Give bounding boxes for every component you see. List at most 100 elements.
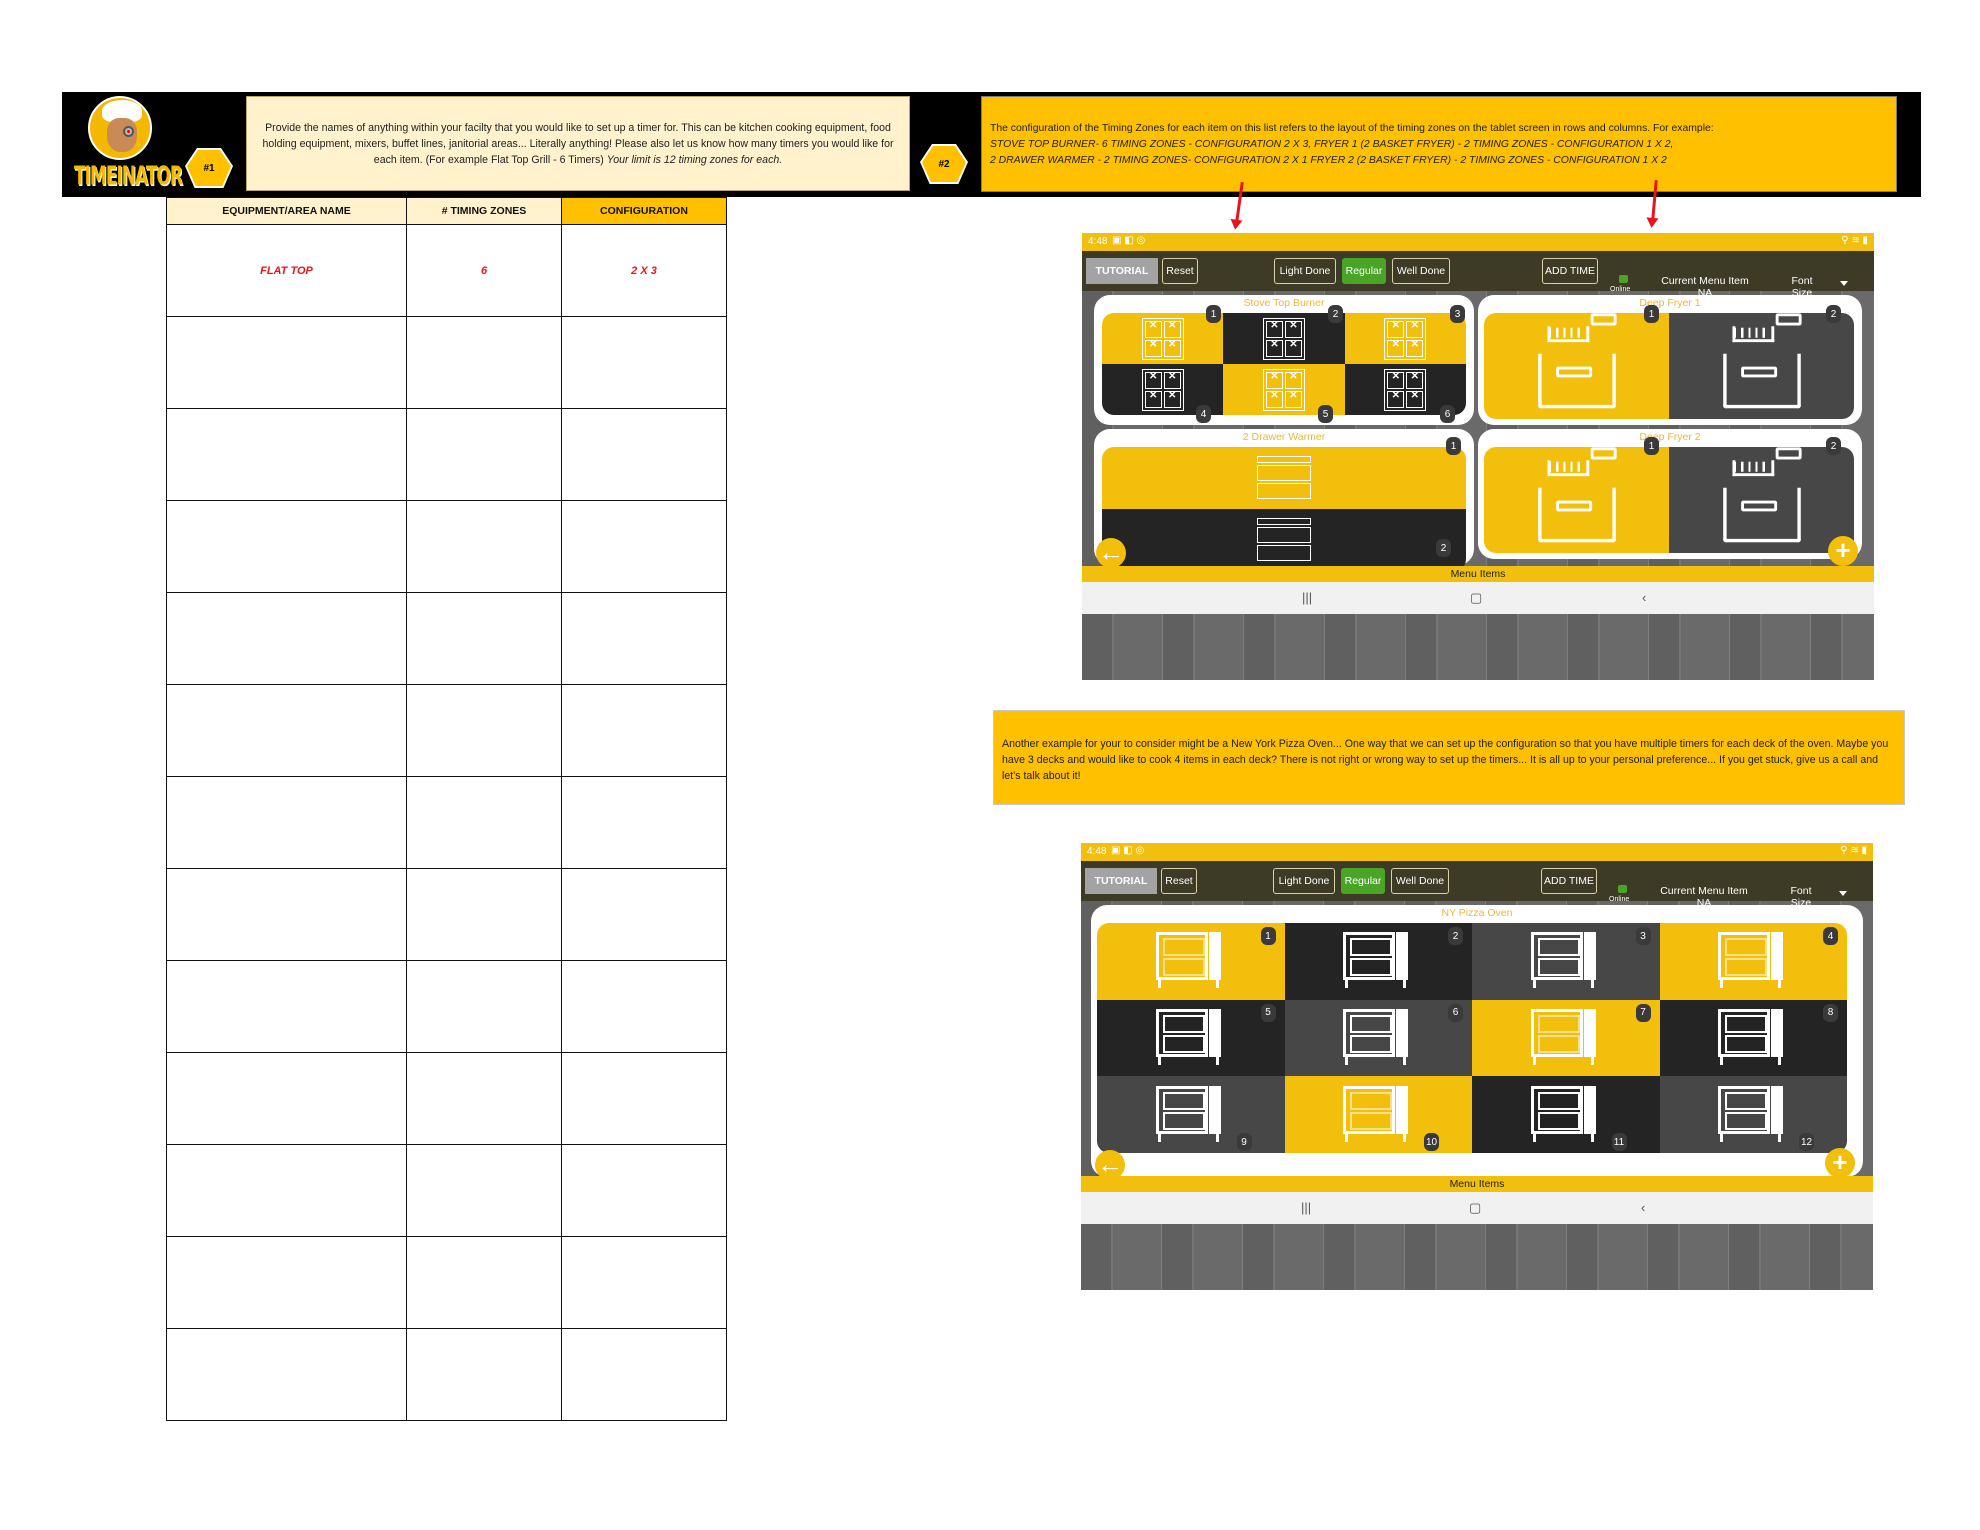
equipment-name-cell[interactable]	[166, 500, 407, 593]
equipment-name-cell[interactable]	[166, 868, 407, 961]
equipment-name-cell[interactable]	[166, 684, 407, 777]
timing-zone[interactable]	[1659, 923, 1847, 1000]
equipment-name-cell[interactable]	[166, 316, 407, 409]
equipment-name-cell[interactable]	[166, 592, 407, 685]
timing-zones-cell[interactable]	[406, 776, 562, 869]
table-row	[166, 868, 727, 961]
back-button[interactable]: ‹	[1642, 590, 1646, 605]
configuration-cell[interactable]	[561, 776, 727, 869]
timing-zone[interactable]	[1223, 313, 1345, 364]
zone-number: 4	[1823, 927, 1838, 945]
timing-zones-cell[interactable]	[406, 868, 562, 961]
timing-zones-cell[interactable]	[406, 1328, 562, 1421]
timing-zone[interactable]	[1344, 313, 1466, 364]
timing-zones-cell[interactable]	[406, 500, 562, 593]
android-nav-bar: ||| ▢ ‹	[1081, 1192, 1873, 1224]
back-arrow-button[interactable]: ←	[1096, 538, 1126, 568]
light-done-button[interactable]: Light Done	[1274, 258, 1336, 284]
equipment-name-cell[interactable]	[166, 1144, 407, 1237]
configuration-cell[interactable]: 2 X 3	[561, 224, 727, 317]
recent-apps-button[interactable]: |||	[1302, 590, 1312, 605]
home-button[interactable]: ▢	[1469, 1200, 1481, 1216]
timing-zone[interactable]	[1472, 923, 1660, 1000]
timing-zone[interactable]	[1659, 999, 1847, 1077]
equipment-name-cell[interactable]	[166, 1328, 407, 1421]
well-done-button[interactable]: Well Done	[1391, 868, 1449, 894]
chevron-down-icon[interactable]	[1840, 281, 1848, 286]
card-stove-top-burner[interactable]: Stove Top Burner 1 2 3 4 5 6	[1094, 295, 1474, 425]
configuration-cell[interactable]	[561, 500, 727, 593]
tutorial-button[interactable]: TUTORIAL	[1085, 868, 1157, 894]
timing-zones-cell[interactable]	[406, 1144, 562, 1237]
configuration-cell[interactable]	[561, 1236, 727, 1329]
timing-zone[interactable]	[1669, 313, 1854, 419]
light-done-button[interactable]: Light Done	[1273, 868, 1335, 894]
configuration-cell[interactable]	[561, 316, 727, 409]
timing-zones-cell[interactable]	[406, 960, 562, 1053]
add-button[interactable]: +	[1828, 536, 1858, 566]
timing-zone[interactable]	[1484, 313, 1669, 419]
card-deep-fryer-1[interactable]: Deep Fryer 1 1 2	[1478, 295, 1862, 425]
fryer-icon	[1722, 447, 1802, 543]
timing-zones-cell[interactable]	[406, 408, 562, 501]
home-button[interactable]: ▢	[1470, 590, 1482, 606]
equipment-name-cell[interactable]	[166, 408, 407, 501]
recent-apps-button[interactable]: |||	[1301, 1200, 1311, 1215]
equipment-name-cell[interactable]	[166, 960, 407, 1053]
card-ny-pizza-oven[interactable]: NY Pizza Oven 1 2 3 4 5 6 7 8 9 10 11 12	[1091, 905, 1863, 1177]
timing-zone[interactable]	[1284, 923, 1472, 1000]
configuration-cell[interactable]	[561, 592, 727, 685]
timing-zone[interactable]	[1284, 999, 1472, 1077]
timing-zones-cell[interactable]	[406, 1052, 562, 1145]
timing-zone[interactable]	[1097, 999, 1285, 1077]
timing-zone[interactable]	[1472, 1076, 1660, 1153]
card-2-drawer-warmer[interactable]: 2 Drawer Warmer 1 2	[1094, 429, 1474, 571]
timing-zones-cell[interactable]: 6	[406, 224, 562, 317]
timing-zone[interactable]	[1102, 509, 1466, 571]
add-time-button[interactable]: ADD TIME	[1542, 258, 1598, 284]
well-done-button[interactable]: Well Done	[1392, 258, 1450, 284]
timing-zone[interactable]	[1284, 1076, 1472, 1153]
stove-icon	[1262, 317, 1305, 360]
chevron-down-icon[interactable]	[1839, 891, 1847, 896]
timing-zones-cell[interactable]	[406, 592, 562, 685]
menu-items-bar[interactable]: Menu Items	[1082, 566, 1874, 582]
timing-zone[interactable]	[1659, 1076, 1847, 1153]
reset-button[interactable]: Reset	[1162, 258, 1198, 284]
equipment-name-cell[interactable]	[166, 1236, 407, 1329]
timing-zone[interactable]	[1097, 1076, 1285, 1153]
configuration-cell[interactable]	[561, 408, 727, 501]
timing-zone[interactable]	[1484, 447, 1669, 553]
card-deep-fryer-2[interactable]: Deep Fryer 2 1 2	[1478, 429, 1862, 559]
configuration-cell[interactable]	[561, 1052, 727, 1145]
timing-zone[interactable]	[1472, 999, 1660, 1077]
configuration-cell[interactable]	[561, 1144, 727, 1237]
configuration-cell[interactable]	[561, 960, 727, 1053]
timing-zones-cell[interactable]	[406, 1236, 562, 1329]
timing-zone[interactable]	[1669, 447, 1854, 553]
add-button[interactable]: +	[1825, 1148, 1855, 1178]
configuration-cell[interactable]	[561, 868, 727, 961]
equipment-name-cell[interactable]	[166, 776, 407, 869]
timing-zone[interactable]	[1102, 447, 1466, 509]
regular-button[interactable]: Regular	[1341, 868, 1385, 894]
add-time-button[interactable]: ADD TIME	[1541, 868, 1597, 894]
back-button[interactable]: ‹	[1641, 1200, 1645, 1215]
equipment-name-cell[interactable]	[166, 1052, 407, 1145]
tutorial-button[interactable]: TUTORIAL	[1086, 258, 1158, 284]
timing-zones-cell[interactable]	[406, 684, 562, 777]
timing-zone[interactable]	[1097, 923, 1285, 1000]
header-timing-zones: # TIMING ZONES	[406, 197, 562, 225]
table-row	[166, 1052, 727, 1145]
back-arrow-button[interactable]: ←	[1095, 1150, 1125, 1180]
equipment-name-cell[interactable]: FLAT TOP	[166, 224, 407, 317]
menu-items-bar[interactable]: Menu Items	[1081, 1176, 1873, 1192]
pizza-oven-icon	[1343, 932, 1413, 990]
card-title: NY Pizza Oven	[1441, 907, 1513, 919]
configuration-cell[interactable]	[561, 1328, 727, 1421]
configuration-cell[interactable]	[561, 684, 727, 777]
timing-zones-cell[interactable]	[406, 316, 562, 409]
timing-zone[interactable]	[1102, 313, 1224, 364]
reset-button[interactable]: Reset	[1161, 868, 1197, 894]
regular-button[interactable]: Regular	[1342, 258, 1386, 284]
